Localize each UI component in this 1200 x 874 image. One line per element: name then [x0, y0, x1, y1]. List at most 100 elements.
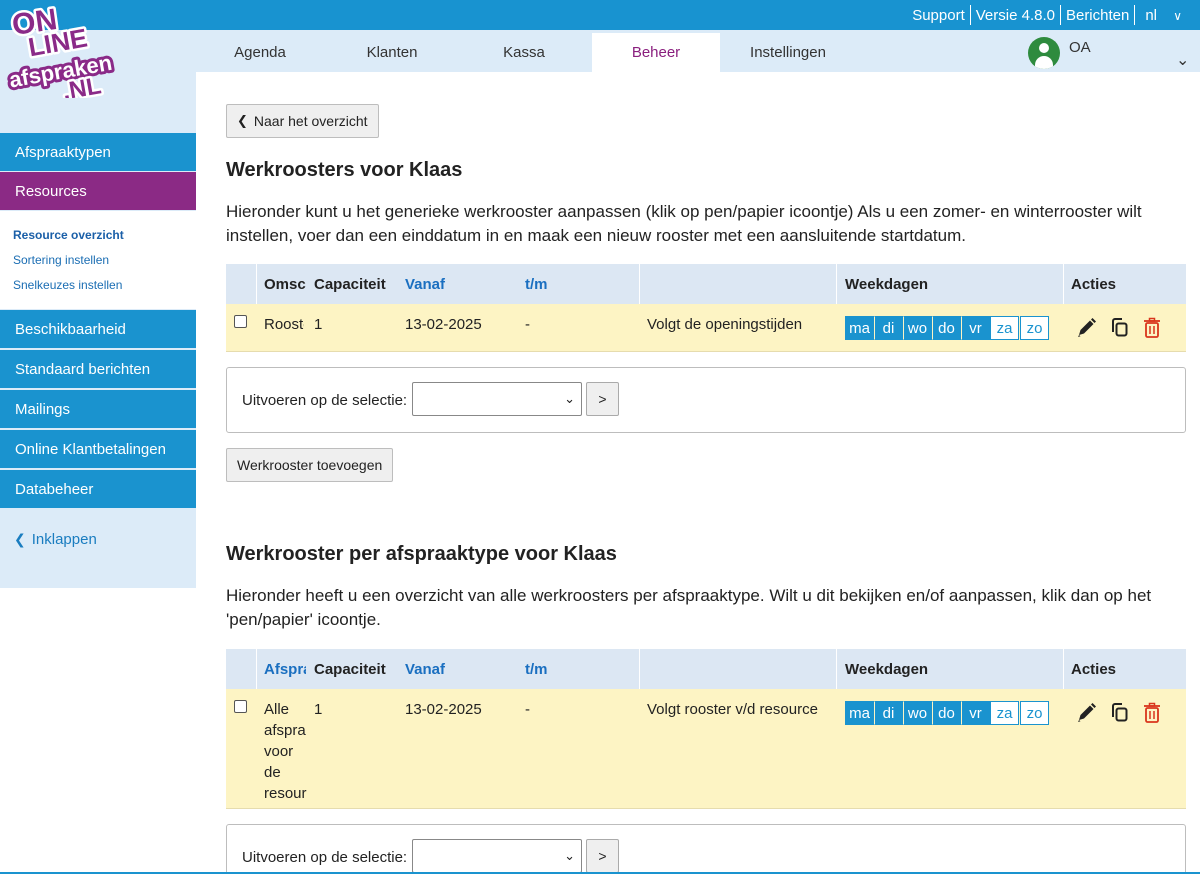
appointment-type-schedule-table: Afspraaktype Capaciteit Vanaf t/m Weekda… — [226, 649, 1186, 809]
column-header-omschrijving[interactable]: Omschrijving — [264, 264, 306, 304]
bulk-action-select[interactable]: ⌄ — [412, 382, 582, 416]
weekday-do: do — [932, 316, 961, 340]
column-header-vanaf[interactable]: Vanaf — [405, 264, 515, 304]
collapse-label: Inklappen — [31, 531, 97, 548]
sidebar-item-mailings[interactable]: Mailings — [0, 390, 196, 429]
nav-item-klanten[interactable]: Klanten — [332, 33, 452, 72]
column-header-weekdagen: Weekdagen — [845, 660, 929, 678]
chevron-down-icon[interactable]: ⌄ — [1176, 50, 1189, 70]
sidebar-item-databeheer[interactable]: Databeheer — [0, 470, 196, 509]
cell-note: Volgt rooster v/d resource — [647, 701, 818, 718]
messages-link[interactable]: Berichten — [1061, 7, 1134, 24]
sidebar-subitem-snelkeuzes[interactable]: Snelkeuzes instellen — [13, 278, 122, 292]
support-link[interactable]: Support — [907, 7, 970, 24]
weekday-ma: ma — [845, 701, 874, 725]
chevron-left-icon: ❮ — [14, 531, 26, 547]
sidebar-subitem-sortering[interactable]: Sortering instellen — [13, 253, 109, 267]
weekday-zo: zo — [1020, 701, 1049, 725]
version-link[interactable]: Versie 4.8.0 — [971, 7, 1060, 24]
bulk-action-submit-button[interactable]: > — [586, 382, 619, 416]
cell-capacity: 1 — [314, 701, 323, 718]
section1-intro: Hieronder kunt u het generieke werkroost… — [226, 202, 1142, 245]
weekday-do: do — [932, 701, 961, 725]
weekday-zo: zo — [1020, 316, 1049, 340]
cell-name-line: resour — [264, 785, 307, 802]
section1-title: Werkroosters voor Klaas — [226, 159, 463, 181]
nav-item-beheer[interactable]: Beheer — [592, 33, 720, 72]
cell-name-line: voor — [264, 743, 294, 760]
weekday-badges: ma di wo do vr za zo — [845, 316, 1049, 340]
chevron-down-icon: ∨ — [1173, 8, 1182, 23]
cell-to: - — [525, 316, 530, 333]
trash-icon[interactable] — [1141, 316, 1163, 340]
chevron-left-icon: ❮ — [237, 113, 248, 128]
column-header-afspraaktype[interactable]: Afspraaktype — [264, 649, 306, 689]
column-header-capaciteit: Capaciteit — [314, 660, 386, 678]
sidebar-item-standaard-berichten[interactable]: Standaard berichten — [0, 350, 196, 389]
cell-to: - — [525, 701, 530, 718]
cell-name-line: de — [264, 764, 281, 781]
sidebar-item-resources[interactable]: Resources — [0, 172, 196, 211]
column-header-vanaf[interactable]: Vanaf — [405, 649, 515, 689]
collapse-sidebar-button[interactable]: ❮ Inklappen — [14, 531, 97, 548]
row-checkbox[interactable] — [234, 700, 247, 713]
chevron-down-icon: ⌄ — [564, 848, 575, 863]
column-header-acties: Acties — [1071, 660, 1117, 678]
sidebar-submenu: Resource overzicht Sortering instellen S… — [0, 211, 196, 309]
sidebar: Afspraaktypen Resources Resource overzic… — [0, 72, 196, 588]
back-to-overview-button[interactable]: ❮ Naar het overzicht — [226, 104, 379, 138]
edit-pencil-icon[interactable] — [1075, 316, 1097, 340]
column-header-capaciteit: Capaciteit — [314, 275, 386, 293]
trash-icon[interactable] — [1141, 701, 1163, 725]
nav-item-instellingen[interactable]: Instellingen — [728, 33, 848, 72]
nav-item-agenda[interactable]: Agenda — [200, 33, 320, 72]
weekday-badges: ma di wo do vr za zo — [845, 701, 1049, 725]
table-row[interactable]: Alle afspra voor de resour 1 13-02-2025 … — [226, 689, 1186, 809]
cell-name-line: Alle — [264, 701, 290, 718]
weekday-wo: wo — [903, 316, 932, 340]
sidebar-item-afspraaktypen[interactable]: Afspraaktypen — [0, 133, 196, 172]
weekday-za: za — [990, 316, 1019, 340]
column-header-weekdagen: Weekdagen — [845, 275, 929, 293]
weekday-di: di — [874, 316, 903, 340]
copy-icon[interactable] — [1109, 701, 1131, 725]
section2-intro: Hieronder heeft u een overzicht van alle… — [226, 586, 1152, 629]
cell-note: Volgt de openingstijden — [647, 316, 803, 333]
bulk-action-label: Uitvoeren op de selectie: — [242, 849, 408, 866]
cell-from: 13-02-2025 — [405, 701, 482, 718]
sidebar-item-beschikbaarheid[interactable]: Beschikbaarheid — [0, 310, 196, 349]
row-checkbox[interactable] — [234, 315, 247, 328]
user-menu[interactable]: OA — [1028, 37, 1091, 69]
table-row[interactable]: Rooster 1 13-02-2025 - Volgt de openings… — [226, 304, 1186, 352]
weekday-di: di — [874, 701, 903, 725]
column-header-tm[interactable]: t/m — [525, 649, 625, 689]
bulk-action-label: Uitvoeren op de selectie: — [242, 392, 408, 409]
copy-icon[interactable] — [1109, 316, 1131, 340]
bulk-action-panel: Uitvoeren op de selectie: ⌄ > — [226, 824, 1186, 874]
bulk-action-submit-button[interactable]: > — [586, 839, 619, 873]
nav-item-kassa[interactable]: Kassa — [464, 33, 584, 72]
top-utility-bar: Support Versie 4.8.0 Berichten nl ∨ — [0, 0, 1200, 30]
edit-pencil-icon[interactable] — [1075, 701, 1097, 725]
bulk-action-select[interactable]: ⌄ — [412, 839, 582, 873]
add-schedule-button[interactable]: Werkrooster toevoegen — [226, 448, 394, 482]
language-label: nl — [1145, 6, 1158, 24]
language-select[interactable]: nl ∨ — [1135, 7, 1192, 24]
user-initials: OA — [1069, 38, 1091, 56]
weekday-vr: vr — [961, 701, 990, 725]
cell-name: Rooster — [264, 316, 304, 333]
cell-name: Alle afspra voor de resour — [264, 699, 308, 804]
column-header-tm[interactable]: t/m — [525, 264, 625, 304]
sidebar-item-online-klantbetalingen[interactable]: Online Klantbetalingen — [0, 430, 196, 469]
main-navigation: Agenda Klanten Kassa Beheer Instellingen… — [0, 30, 1200, 72]
sidebar-subitem-resource-overzicht[interactable]: Resource overzicht — [13, 228, 124, 242]
table-header: Omschrijving Capaciteit Vanaf t/m Weekda… — [226, 264, 1186, 304]
cell-name-line: afspra — [264, 722, 306, 739]
online-afspraken-logo[interactable]: ON LINE afspraken .NL — [4, 2, 138, 98]
user-avatar-icon — [1028, 37, 1060, 69]
weekday-ma: ma — [845, 316, 874, 340]
bulk-action-panel: Uitvoeren op de selectie: ⌄ > — [226, 367, 1186, 433]
cell-capacity: 1 — [314, 316, 323, 333]
back-button-label: Naar het overzicht — [253, 113, 368, 129]
schedule-table: Omschrijving Capaciteit Vanaf t/m Weekda… — [226, 264, 1186, 354]
